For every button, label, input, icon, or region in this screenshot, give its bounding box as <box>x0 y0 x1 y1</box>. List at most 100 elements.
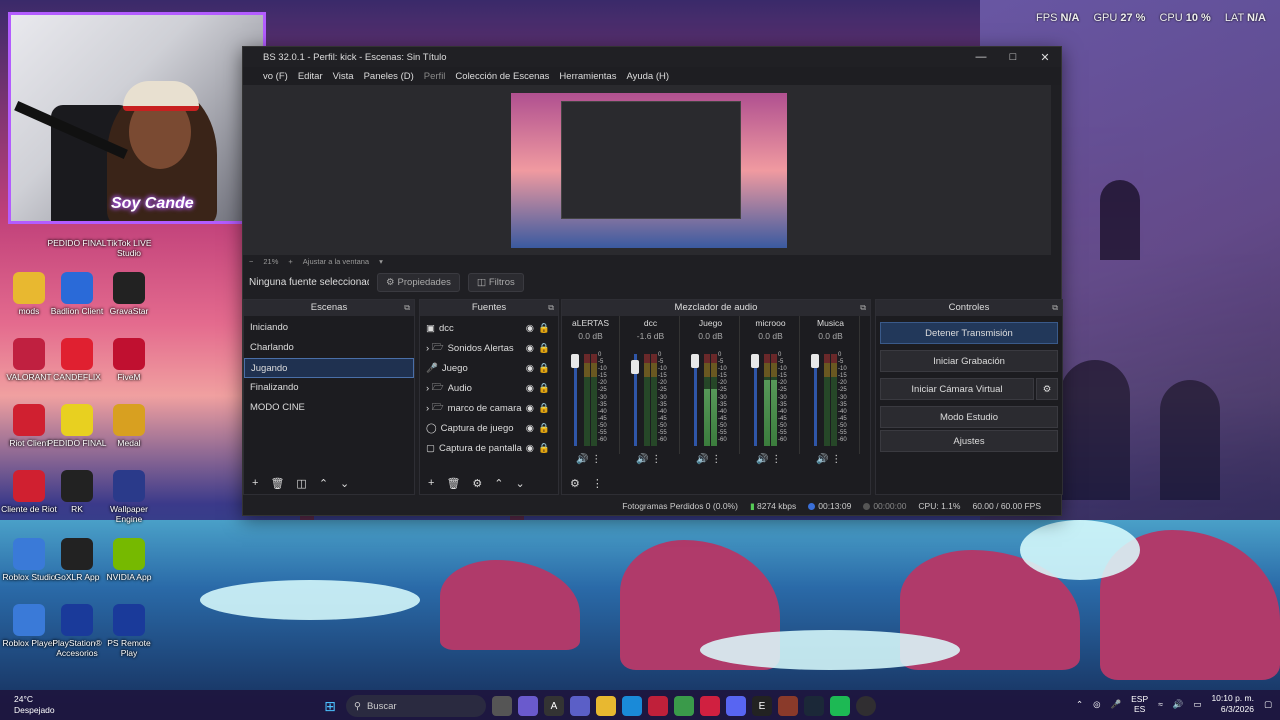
fit-to-window[interactable]: Ajustar a la ventana <box>303 257 369 266</box>
move-up-icon[interactable]: ⌃ <box>494 477 503 490</box>
chrome-icon[interactable] <box>674 696 694 716</box>
desktop-icon[interactable]: TikTok LIVE Studio <box>98 238 160 258</box>
stop-streaming-button[interactable]: Detener Transmisión <box>880 322 1058 344</box>
discord-icon[interactable] <box>726 696 746 716</box>
zoom-in-icon[interactable]: + <box>288 257 292 266</box>
desktop-icon[interactable]: FiveM <box>98 338 160 382</box>
eye-icon[interactable]: ◉ <box>526 343 534 354</box>
more-icon[interactable]: ⋮ <box>591 454 601 465</box>
volume-fader[interactable] <box>571 354 579 446</box>
studio-mode-button[interactable]: Modo Estudio <box>880 406 1058 428</box>
fivem-icon[interactable] <box>700 696 720 716</box>
chevron-up-icon[interactable]: ⌃ <box>1076 699 1083 710</box>
steam-icon[interactable] <box>804 696 824 716</box>
notification-icon[interactable]: ▢ <box>1264 699 1272 710</box>
fader-knob[interactable] <box>811 354 819 368</box>
app-icon-2[interactable] <box>778 696 798 716</box>
eye-icon[interactable]: ◉ <box>526 443 534 454</box>
chevron-right-icon[interactable]: › <box>426 343 429 354</box>
trash-icon[interactable]: 🗑 <box>270 477 284 490</box>
search-box[interactable]: ⚲ Buscar <box>346 695 486 717</box>
fader-knob[interactable] <box>751 354 759 368</box>
mic-tray-icon[interactable]: 🎤 <box>1111 699 1122 710</box>
more-icon[interactable]: ⋮ <box>831 454 841 465</box>
more-icon[interactable]: ⋮ <box>711 454 721 465</box>
source-item[interactable]: ▢ Captura de pantalla ◉ 🔒 <box>420 438 558 458</box>
volume-icon[interactable]: 🔊 <box>816 454 828 465</box>
epic-games-icon[interactable]: E <box>752 696 772 716</box>
volume-fader[interactable] <box>631 354 639 446</box>
more-icon[interactable]: ⋮ <box>771 454 781 465</box>
menu-tools[interactable]: Herramientas <box>559 71 616 82</box>
scene-filters-icon[interactable]: ◫ <box>296 477 306 490</box>
volume-icon[interactable]: 🔊 <box>696 454 708 465</box>
lock-icon[interactable]: 🔒 <box>538 323 550 334</box>
clock[interactable]: 10:10 p. m. 6/3/2026 <box>1211 693 1254 715</box>
chevron-right-icon[interactable]: › <box>426 383 429 394</box>
chevron-right-icon[interactable]: › <box>426 403 429 414</box>
task-view-icon[interactable] <box>492 696 512 716</box>
volume-fader[interactable] <box>811 354 819 446</box>
spotify-icon[interactable] <box>830 696 850 716</box>
trash-icon[interactable]: 🗑 <box>446 477 460 490</box>
scene-item[interactable]: MODO CINE <box>244 398 414 418</box>
lock-icon[interactable]: 🔒 <box>538 343 550 354</box>
menu-help[interactable]: Ayuda (H) <box>626 71 669 82</box>
volume-fader[interactable] <box>691 354 699 446</box>
lock-icon[interactable]: 🔒 <box>538 403 550 414</box>
source-group[interactable]: › 🗁 marco de camara ◉ 🔒 <box>420 398 558 418</box>
volume-icon[interactable]: 🔊 <box>1173 699 1184 710</box>
language-indicator[interactable]: ESP ES <box>1131 694 1148 714</box>
eye-icon[interactable]: ◉ <box>526 403 534 414</box>
source-item[interactable]: 🎤 Juego ◉ 🔒 <box>420 358 558 378</box>
copilot-icon[interactable] <box>518 696 538 716</box>
popout-icon[interactable]: ⧉ <box>860 300 866 316</box>
app-icon[interactable]: A <box>544 696 564 716</box>
weather-widget[interactable]: 24°C Despejado <box>14 694 55 716</box>
minimize-button[interactable]: — <box>965 47 997 67</box>
obs-icon[interactable] <box>856 696 876 716</box>
fader-knob[interactable] <box>691 354 699 368</box>
battery-icon[interactable]: ▭ <box>1193 699 1201 710</box>
desktop-icon[interactable]: Medal <box>98 404 160 448</box>
start-recording-button[interactable]: Iniciar Grabación <box>880 350 1058 372</box>
source-item[interactable]: ▣ dcc ◉ 🔒 <box>420 318 558 338</box>
add-scene-icon[interactable]: + <box>252 477 258 489</box>
desktop-icon[interactable]: NVIDIA App <box>98 538 160 582</box>
desktop-icon[interactable]: Wallpaper Engine <box>98 470 160 524</box>
zoom-out-icon[interactable]: − <box>249 257 253 266</box>
eye-icon[interactable]: ◉ <box>526 363 534 374</box>
lock-icon[interactable]: 🔒 <box>538 423 550 434</box>
volume-icon[interactable]: 🔊 <box>636 454 648 465</box>
chevron-down-icon[interactable]: ▾ <box>379 257 383 266</box>
fader-knob[interactable] <box>571 354 579 368</box>
settings-button[interactable]: Ajustes <box>880 430 1058 452</box>
menu-view[interactable]: Vista <box>333 71 354 82</box>
eye-icon[interactable]: ◉ <box>526 323 534 334</box>
obs-window[interactable]: BS 32.0.1 - Perfil: kick - Escenas: Sin … <box>242 46 1063 516</box>
more-icon[interactable]: ⋮ <box>651 454 661 465</box>
close-button[interactable]: ✕ <box>1029 47 1061 67</box>
scene-item[interactable]: Iniciando <box>244 318 414 338</box>
menu-file[interactable]: vo (F) <box>263 71 288 82</box>
lock-icon[interactable]: 🔒 <box>538 443 550 454</box>
move-down-icon[interactable]: ⌄ <box>516 477 525 490</box>
volume-icon[interactable]: 🔊 <box>756 454 768 465</box>
more-icon[interactable]: ⋮ <box>592 477 603 490</box>
filters-button[interactable]: ◫ Filtros <box>467 272 524 292</box>
scene-item[interactable]: Finalizando <box>244 378 414 398</box>
move-down-icon[interactable]: ⌄ <box>340 477 349 490</box>
source-group[interactable]: › 🗁 Audio ◉ 🔒 <box>420 378 558 398</box>
start-virtual-camera-button[interactable]: Iniciar Cámara Virtual <box>880 378 1034 400</box>
maximize-button[interactable]: □ <box>997 47 1029 67</box>
popout-icon[interactable]: ⧉ <box>548 300 554 316</box>
move-up-icon[interactable]: ⌃ <box>319 477 328 490</box>
eye-icon[interactable]: ◉ <box>526 423 534 434</box>
menu-profile[interactable]: Perfil <box>424 71 446 82</box>
add-source-icon[interactable]: + <box>428 477 434 489</box>
scene-item[interactable]: Charlando <box>244 338 414 358</box>
teams-icon[interactable] <box>570 696 590 716</box>
volume-fader[interactable] <box>751 354 759 446</box>
obs-preview[interactable] <box>243 85 1051 255</box>
gear-icon[interactable]: ⚙ <box>472 477 482 490</box>
